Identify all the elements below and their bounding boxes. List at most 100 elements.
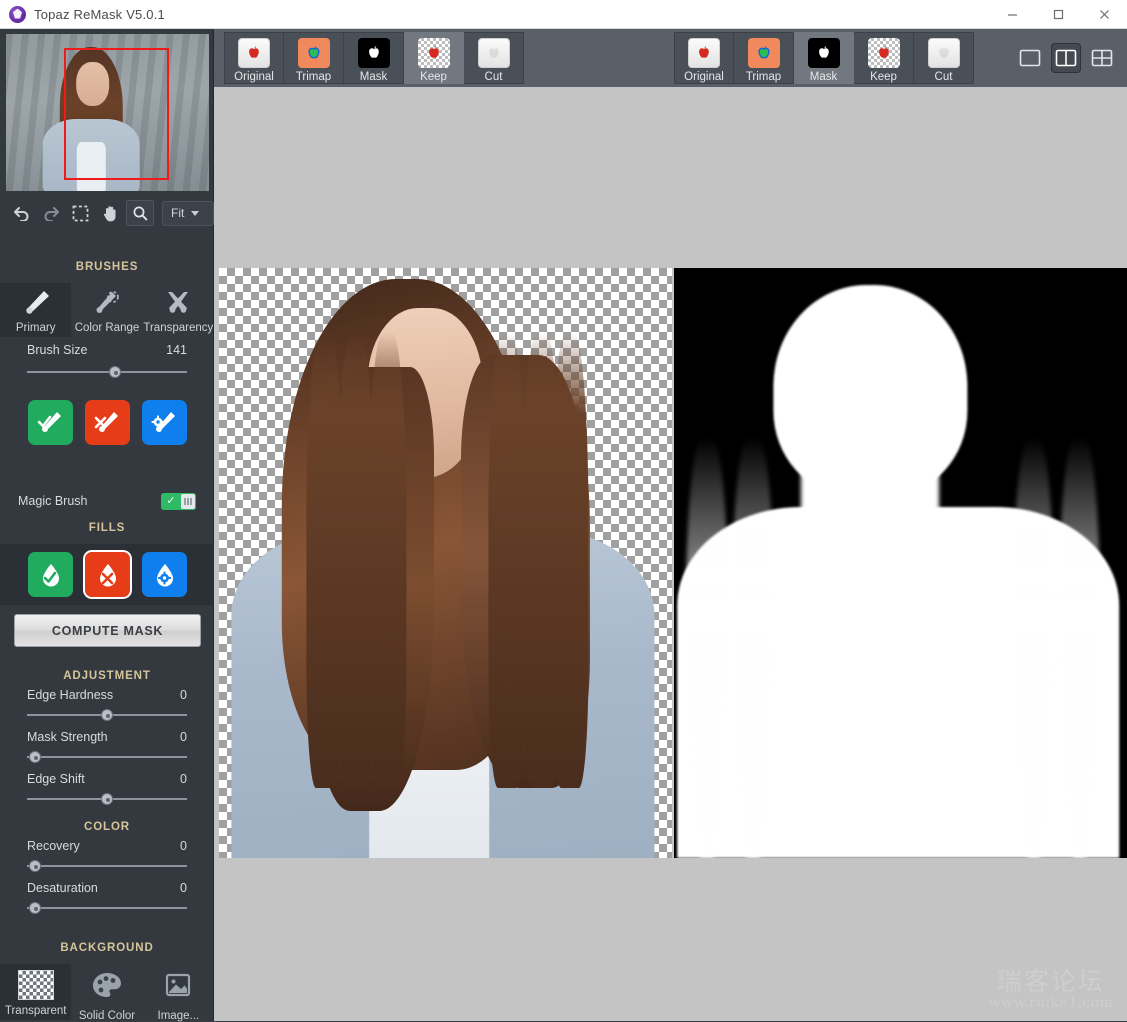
apple-mask-icon — [357, 38, 390, 68]
background-section: BACKGROUND Transparent Solid Color Image… — [0, 942, 214, 1022]
edge-hardness-handle[interactable] — [101, 709, 113, 721]
cutout-subject — [219, 273, 672, 858]
brush-color-range-label: Color Range — [74, 322, 140, 334]
compute-brush-button[interactable] — [141, 400, 187, 445]
left-mode-cut[interactable]: Cut — [464, 32, 524, 84]
transparency-brush-icon — [161, 288, 195, 318]
recovery-slider[interactable] — [27, 859, 187, 873]
single-pane-icon[interactable] — [1015, 43, 1045, 73]
right-mode-mask[interactable]: Mask — [794, 32, 854, 84]
cut-fill-button[interactable] — [82, 550, 132, 599]
magic-brush-toggle[interactable]: ✓ — [161, 492, 196, 510]
zoom-level-value: Fit — [171, 206, 185, 220]
apple-original-icon — [238, 38, 270, 68]
edge-hardness-value: 0 — [180, 688, 187, 702]
background-image-label: Image... — [157, 1010, 200, 1022]
right-mode-keep-label: Keep — [870, 71, 897, 83]
navigator-thumbnail[interactable] — [6, 34, 209, 191]
background-image[interactable]: Image... — [143, 964, 214, 1022]
magic-brush-row: Magic Brush ✓ — [0, 491, 214, 511]
left-mode-mask[interactable]: Mask — [344, 32, 404, 84]
mask-strength-handle[interactable] — [29, 751, 41, 763]
desaturation-handle[interactable] — [29, 902, 41, 914]
background-transparent[interactable]: Transparent — [0, 964, 72, 1020]
undo-icon[interactable] — [8, 200, 36, 226]
zoom-search-icon[interactable] — [126, 200, 154, 226]
left-tool-panel: Fit BRUSHES Primary Color Range Transpar… — [0, 29, 214, 1022]
close-icon[interactable] — [1081, 0, 1127, 29]
edge-hardness-slider[interactable] — [27, 708, 187, 722]
recovery-handle[interactable] — [29, 860, 41, 872]
recovery-label: Recovery — [27, 839, 80, 853]
edge-shift-handle[interactable] — [101, 793, 113, 805]
apple-original-icon — [688, 38, 720, 68]
left-mode-original[interactable]: Original — [224, 32, 284, 84]
brush-transparency-label: Transparency — [143, 322, 214, 334]
mask-preview-pane[interactable] — [674, 268, 1127, 858]
quad-pane-icon[interactable] — [1087, 43, 1117, 73]
left-mode-mask-label: Mask — [359, 71, 388, 83]
left-mode-keep[interactable]: Keep — [404, 32, 464, 84]
left-mode-keep-label: Keep — [420, 71, 447, 83]
mask-strength-value: 0 — [180, 730, 187, 744]
edge-hardness-label: Edge Hardness — [27, 688, 114, 702]
palette-icon — [89, 970, 125, 1005]
brush-size-slider-handle[interactable] — [109, 366, 121, 378]
cutout-preview-pane[interactable] — [219, 268, 672, 858]
edge-shift-slider[interactable] — [27, 792, 187, 806]
maximize-icon[interactable] — [1035, 0, 1081, 29]
right-mode-keep[interactable]: Keep — [854, 32, 914, 84]
marquee-select-icon[interactable] — [67, 200, 95, 226]
watermark-cn: 瑞客论坛 — [996, 966, 1105, 996]
view-mode-group — [1015, 43, 1117, 73]
brush-transparency[interactable]: Transparency — [143, 283, 214, 337]
brush-size-row: Brush Size 141 — [0, 343, 214, 357]
mask-strength-row: Mask Strength 0 — [0, 730, 214, 744]
left-pane-mode-group: Original Trimap Mask Keep Cut — [224, 32, 524, 84]
checkerboard-icon — [17, 970, 54, 1000]
left-mode-trimap[interactable]: Trimap — [284, 32, 344, 84]
compute-mask-button[interactable]: COMPUTE MASK — [14, 614, 201, 647]
brush-size-label: Brush Size — [27, 343, 88, 357]
right-mode-cut-label: Cut — [934, 71, 953, 83]
color-title: COLOR — [83, 821, 131, 833]
right-mode-trimap[interactable]: Trimap — [734, 32, 794, 84]
zoom-level-select[interactable]: Fit — [162, 200, 214, 226]
brush-primary-label: Primary — [15, 322, 56, 334]
chevron-down-icon — [191, 210, 200, 216]
top-toolbar: Original Trimap Mask Keep Cut Original T… — [214, 29, 1127, 87]
left-mode-original-label: Original — [234, 71, 274, 83]
desaturation-slider[interactable] — [27, 901, 187, 915]
split-pane-icon[interactable] — [1051, 43, 1081, 73]
right-mode-original[interactable]: Original — [674, 32, 734, 84]
keep-brush-button[interactable] — [27, 400, 73, 445]
image-icon — [160, 970, 196, 1005]
hand-pan-icon[interactable] — [97, 200, 125, 226]
apple-cut-icon — [927, 38, 960, 68]
desaturation-value: 0 — [180, 881, 187, 895]
brush-color-range[interactable]: Color Range — [71, 283, 142, 337]
keep-fill-button[interactable] — [27, 552, 73, 597]
brush-size-slider[interactable] — [27, 365, 187, 379]
redo-icon[interactable] — [38, 200, 66, 226]
minimize-icon[interactable] — [989, 0, 1035, 29]
edge-shift-value: 0 — [180, 772, 187, 786]
watermark: 瑞客论坛 www.ruike1.com — [989, 966, 1113, 1011]
check-icon: ✓ — [166, 494, 176, 507]
desaturation-label: Desaturation — [27, 881, 98, 895]
compute-fill-button[interactable] — [141, 552, 187, 597]
cut-brush-button[interactable] — [84, 400, 130, 445]
navigator-viewport-rect[interactable] — [64, 48, 169, 180]
right-mode-mask-label: Mask — [809, 71, 838, 83]
recovery-value: 0 — [180, 839, 187, 853]
edge-shift-label: Edge Shift — [27, 772, 85, 786]
apple-trimap-icon — [297, 38, 330, 68]
background-solid-color[interactable]: Solid Color — [71, 964, 142, 1022]
toggle-handle — [181, 493, 195, 509]
right-mode-cut[interactable]: Cut — [914, 32, 974, 84]
brush-primary[interactable]: Primary — [0, 283, 72, 337]
right-mode-trimap-label: Trimap — [745, 71, 782, 83]
background-title: BACKGROUND — [60, 942, 154, 954]
mask-strength-slider[interactable] — [27, 750, 187, 764]
left-mode-trimap-label: Trimap — [295, 71, 332, 83]
